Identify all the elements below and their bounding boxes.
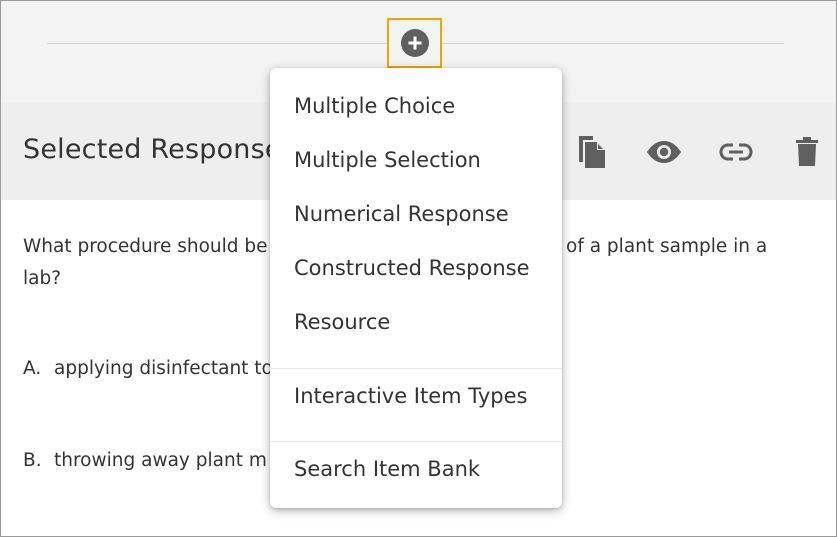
link-icon[interactable] (716, 132, 756, 172)
option-text: throwing away plant m (54, 450, 267, 471)
add-item-button[interactable] (387, 18, 442, 68)
trash-icon[interactable] (787, 132, 827, 172)
menu-divider (270, 441, 562, 442)
add-item-menu: Multiple Choice Multiple Selection Numer… (270, 68, 562, 508)
item-title: Selected Response (23, 134, 282, 165)
plus-circle-icon (400, 29, 429, 57)
editor-frame: Selected Response What procedure should … (0, 0, 837, 537)
menu-item-search-item-bank[interactable]: Search Item Bank (270, 447, 562, 491)
menu-item-numerical-response[interactable]: Numerical Response (270, 192, 562, 236)
menu-item-interactive-item-types[interactable]: Interactive Item Types (270, 374, 562, 418)
option-letter: A. (23, 358, 42, 379)
eye-icon[interactable] (644, 132, 684, 172)
menu-item-multiple-choice[interactable]: Multiple Choice (270, 84, 562, 128)
menu-item-multiple-selection[interactable]: Multiple Selection (270, 138, 562, 182)
copy-icon[interactable] (572, 132, 612, 172)
menu-item-resource[interactable]: Resource (270, 300, 562, 344)
option-letter: B. (23, 450, 42, 471)
menu-item-constructed-response[interactable]: Constructed Response (270, 246, 562, 290)
answer-option[interactable]: B. throwing away plant m (23, 450, 267, 471)
answer-option[interactable]: A. applying disinfectant to (23, 358, 273, 379)
question-text-continued: lab? (23, 268, 62, 289)
option-text: applying disinfectant to (54, 358, 273, 379)
question-text-right: of a plant sample in a (566, 236, 768, 257)
menu-divider (270, 368, 562, 369)
